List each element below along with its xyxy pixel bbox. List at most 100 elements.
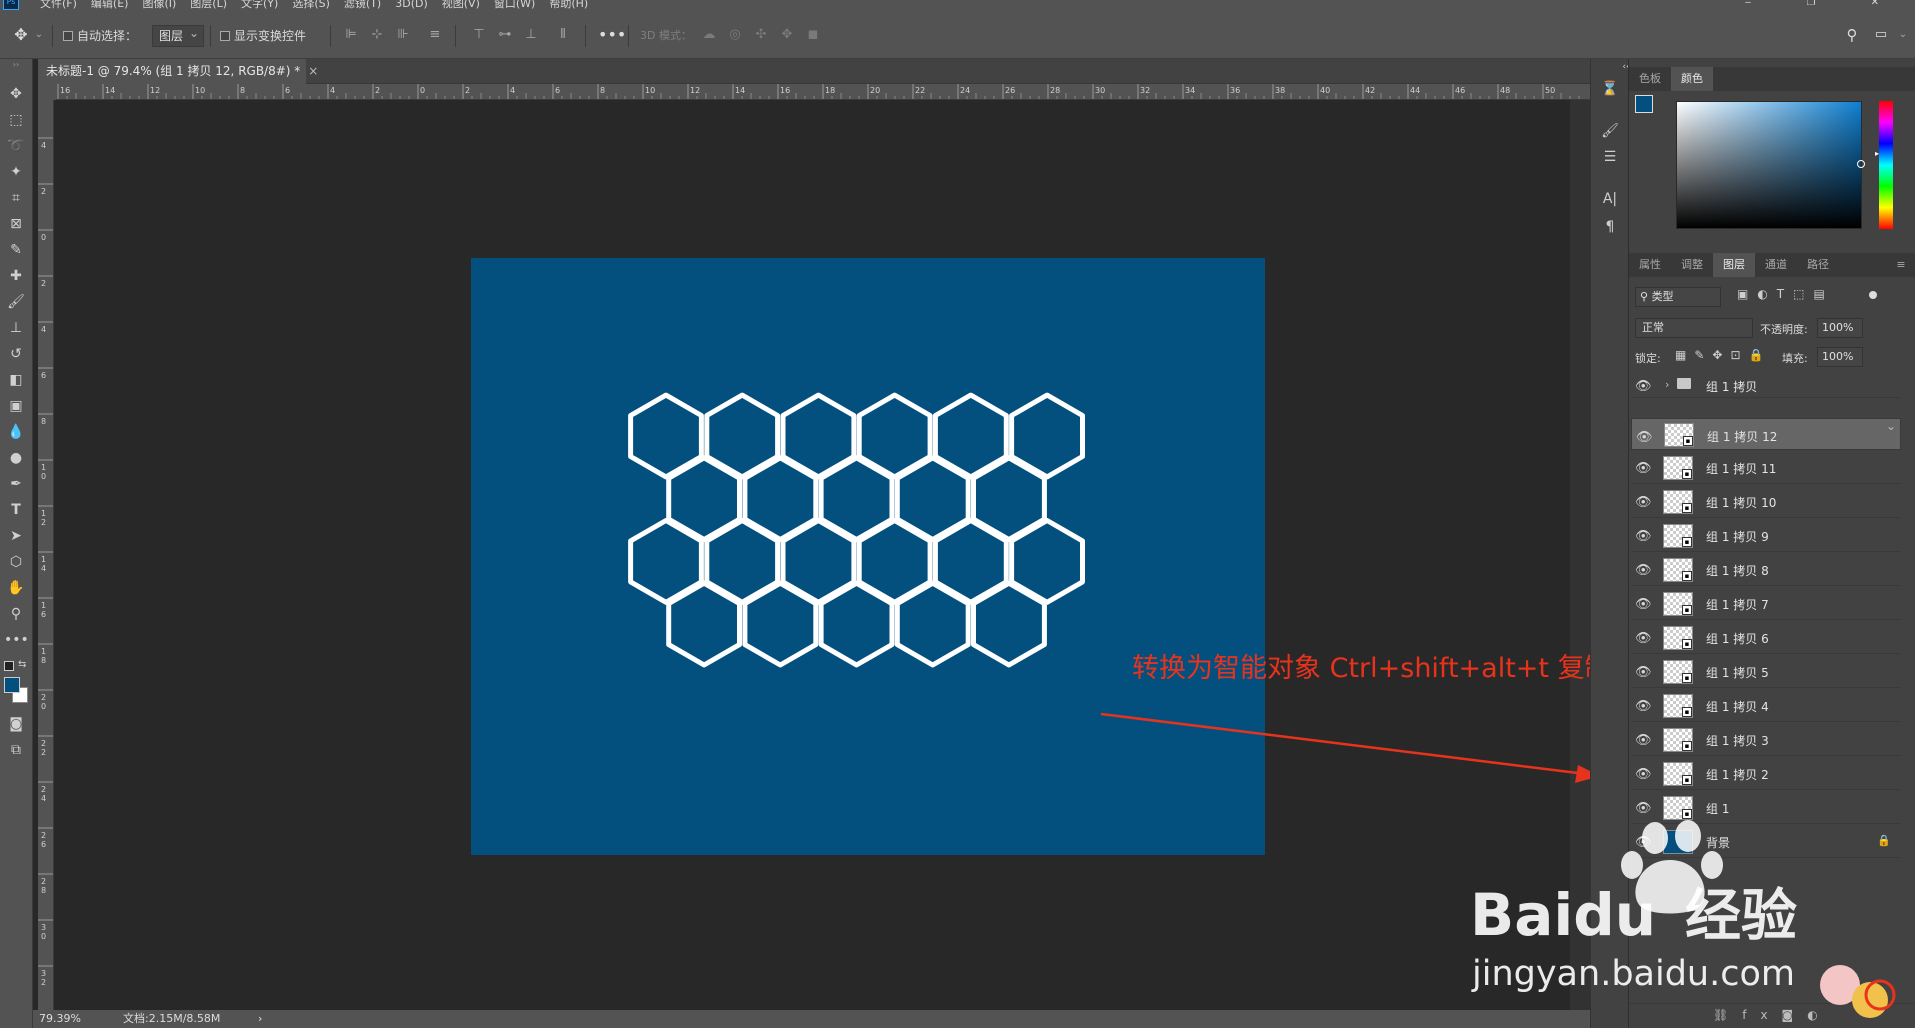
visibility-eye-icon[interactable]: 👁: [1635, 529, 1652, 544]
smart-object-icon: ▪: [1682, 469, 1692, 479]
layer-name: 组 1 拷贝 2: [1706, 768, 1769, 782]
layer-row[interactable]: 👁 ▪ 组 1 拷贝 12: [1631, 416, 1901, 450]
visibility-eye-icon[interactable]: 👁: [1635, 665, 1652, 680]
baidu-brand-cn: 经验: [1685, 884, 1797, 949]
tab-color[interactable]: 颜色: [1671, 67, 1713, 91]
visibility-eye-icon[interactable]: 👁: [1635, 699, 1652, 714]
layer-filter-icons[interactable]: ▣◐T⬚▤: [1737, 287, 1834, 301]
tab-channels[interactable]: 通道: [1755, 253, 1797, 277]
tab-properties[interactable]: 属性: [1629, 253, 1671, 277]
visibility-eye-icon[interactable]: 👁: [1635, 379, 1652, 394]
panel-menu-icon[interactable]: ≡: [1889, 253, 1913, 277]
layer-name: 组 1 拷贝 12: [1707, 430, 1778, 444]
smart-object-icon: ▪: [1682, 639, 1692, 649]
smart-object-icon: ▪: [1682, 503, 1692, 513]
fill-label: 填充:: [1782, 352, 1808, 365]
hue-slider[interactable]: [1879, 101, 1893, 229]
tab-layers[interactable]: 图层: [1713, 253, 1755, 277]
layer-thumbnail: ▪: [1663, 728, 1693, 752]
layer-row[interactable]: 👁 ▪ 组 1 拷贝 4: [1631, 690, 1901, 722]
layer-thumbnail: ▪: [1663, 558, 1693, 582]
layer-row[interactable]: 👁 ▪ 组 1 拷贝 11: [1631, 452, 1901, 484]
layer-row[interactable]: 👁 ▪ 组 1 拷贝 8: [1631, 554, 1901, 586]
layer-row[interactable]: 👁 ▪ 组 1 拷贝 3: [1631, 724, 1901, 756]
layer-thumbnail: ▪: [1663, 592, 1693, 616]
baidu-watermark: Baidu 经验 jingyan.baidu.com: [1470, 820, 1896, 1018]
visibility-eye-icon[interactable]: 👁: [1635, 461, 1652, 476]
document-size: 文档:2.15M/8.58M: [123, 1012, 221, 1025]
smart-object-icon: ▪: [1682, 741, 1692, 751]
photoshop-window: Ps 文件(F) 编辑(E) 图像(I) 图层(L) 文字(Y) 选择(S) 滤镜(T) 3D…: [0, 0, 1915, 1028]
lock-label: 锁定:: [1635, 352, 1661, 365]
layer-thumbnail: ▪: [1663, 660, 1693, 684]
visibility-eye-icon[interactable]: 👁: [1635, 631, 1652, 646]
layer-thumbnail: ▪: [1664, 423, 1694, 447]
baidu-brand-text: Baidu: [1470, 881, 1656, 949]
search-icon: ⚲: [1640, 290, 1652, 303]
visibility-eye-icon[interactable]: 👁: [1636, 428, 1653, 448]
layer-row[interactable]: 👁 ▪ 组 1 拷贝 6: [1631, 622, 1901, 654]
mascot-icon: [1820, 965, 1896, 1018]
color-picker-handle[interactable]: [1857, 160, 1865, 168]
tab-swatches[interactable]: 色板: [1629, 67, 1671, 91]
lock-icons[interactable]: ▦✎✥⊡🔒: [1675, 348, 1771, 362]
foreground-color-swatch[interactable]: [1635, 95, 1653, 113]
color-field[interactable]: [1676, 101, 1865, 229]
layer-row[interactable]: 👁 ▪ 组 1 拷贝 9: [1631, 520, 1901, 552]
layer-name: 组 1 拷贝: [1706, 380, 1758, 394]
smart-object-icon: ▪: [1682, 673, 1692, 683]
layer-row[interactable]: 👁 ▪ 组 1 拷贝 10: [1631, 486, 1901, 518]
blend-mode-dropdown[interactable]: 正常: [1635, 318, 1753, 338]
opacity-input[interactable]: 100%: [1817, 318, 1863, 338]
layer-thumbnail: ▪: [1663, 524, 1693, 548]
layer-thumbnail: ▪: [1663, 626, 1693, 650]
layer-row[interactable]: 👁 ▪ 组 1 拷贝 5: [1631, 656, 1901, 688]
paragraph-panel-icon[interactable]: ¶: [1599, 217, 1621, 237]
fill-input[interactable]: 100%: [1817, 347, 1863, 367]
tab-adjustments[interactable]: 调整: [1671, 253, 1713, 277]
layer-name: 组 1 拷贝 11: [1706, 462, 1777, 476]
smart-object-icon: ▪: [1682, 809, 1692, 819]
visibility-eye-icon[interactable]: 👁: [1635, 563, 1652, 578]
layer-thumbnail: ▪: [1663, 456, 1693, 480]
visibility-eye-icon[interactable]: 👁: [1635, 597, 1652, 612]
visibility-eye-icon[interactable]: 👁: [1635, 733, 1652, 748]
layer-filter-dropdown[interactable]: ⚲ 类型: [1635, 287, 1721, 307]
layer-name: 组 1 拷贝 6: [1706, 632, 1769, 646]
visibility-eye-icon[interactable]: 👁: [1635, 767, 1652, 782]
layer-row[interactable]: 👁 ▪ 组 1 拷贝 7: [1631, 588, 1901, 620]
filter-toggle-icon[interactable]: [1869, 291, 1877, 299]
layer-thumbnail: ▪: [1663, 796, 1693, 820]
adjust-sliders-icon[interactable]: ☰: [1599, 147, 1621, 167]
zoom-level[interactable]: 79.39%: [39, 1010, 81, 1028]
status-menu-arrow[interactable]: ›: [258, 1010, 262, 1028]
layer-name: 组 1 拷贝 3: [1706, 734, 1769, 748]
tab-paths[interactable]: 路径: [1797, 253, 1839, 277]
character-panel-icon[interactable]: A|: [1599, 189, 1621, 209]
brush-settings-icon[interactable]: 🖌: [1599, 121, 1621, 141]
group-expand-chevron-icon[interactable]: ›: [1665, 378, 1669, 391]
layer-name: 组 1: [1706, 802, 1730, 816]
layer-row[interactable]: 👁 ▪ 组 1 拷贝 2: [1631, 758, 1901, 790]
layer-row[interactable]: 👁 › 组 1 拷贝: [1631, 374, 1901, 398]
smart-object-icon: ▪: [1682, 707, 1692, 717]
layer-name: 组 1 拷贝 9: [1706, 530, 1769, 544]
layer-name: 组 1 拷贝 4: [1706, 700, 1769, 714]
color-panel-tabs: 色板 颜色: [1629, 67, 1915, 91]
visibility-eye-icon[interactable]: 👁: [1635, 495, 1652, 510]
history-panel-icon[interactable]: ⌛: [1599, 79, 1621, 99]
status-bar: 79.39% 文档:2.15M/8.58M ›: [33, 1010, 1590, 1028]
layer-thumbnail: ▪: [1663, 762, 1693, 786]
smart-object-icon: ▪: [1682, 605, 1692, 615]
layer-name: 组 1 拷贝 8: [1706, 564, 1769, 578]
hue-slider-handle[interactable]: ▸: [1875, 149, 1879, 158]
opacity-label: 不透明度:: [1760, 323, 1808, 336]
layer-name: 组 1 拷贝 10: [1706, 496, 1777, 510]
smart-object-icon: ▪: [1682, 775, 1692, 785]
smart-object-icon: ▪: [1683, 436, 1693, 446]
visibility-eye-icon[interactable]: 👁: [1635, 801, 1652, 816]
smart-object-icon: ▪: [1682, 571, 1692, 581]
folder-icon: [1677, 378, 1691, 389]
smart-object-icon: ▪: [1682, 537, 1692, 547]
baidu-url: jingyan.baidu.com: [1471, 954, 1795, 994]
